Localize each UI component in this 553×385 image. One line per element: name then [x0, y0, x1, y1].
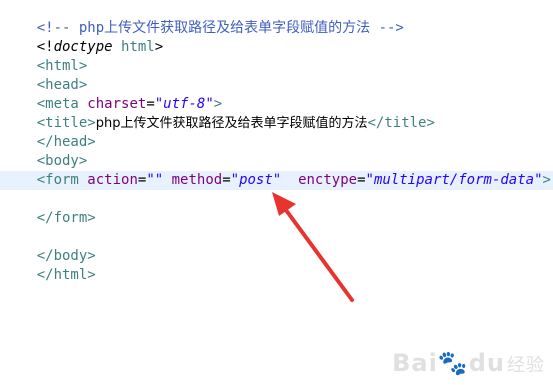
html-close-tag: </html>	[36, 267, 96, 283]
code-line-10[interactable]	[3, 171, 37, 190]
watermark-sub: 经验	[507, 355, 545, 376]
code-line-9[interactable]: <form action="" method="post" enctype="m…	[3, 152, 551, 188]
code-line-5[interactable]: <meta charset="utf-8">	[3, 76, 222, 112]
form-tag-close: >	[542, 172, 551, 188]
watermark-main: Bai	[392, 349, 438, 377]
equals-sign: =	[357, 172, 366, 188]
code-editor[interactable]: <!-- php上传文件获取路径及给表单字段赋值的方法 --> <!doctyp…	[0, 0, 553, 385]
method-attribute: method	[163, 172, 223, 188]
code-line-4[interactable]: <head>	[3, 57, 88, 93]
paw-icon: 🐾	[437, 349, 469, 377]
doctype-name: html	[112, 39, 155, 55]
code-line-1[interactable]: <!-- php上传文件获取路径及给表单字段赋值的方法 -->	[3, 0, 404, 36]
doctype-close: >	[154, 39, 164, 55]
code-line-14[interactable]: </html>	[3, 247, 96, 283]
form-close-tag: </form>	[36, 210, 96, 226]
code-line-2[interactable]: <!doctype html>	[3, 19, 163, 55]
code-line-7[interactable]: </head>	[3, 114, 96, 150]
title-text: php上传文件获取路径及给表单字段赋值的方法	[95, 116, 368, 131]
enctype-value: "multipart/form-data"	[365, 172, 543, 188]
code-line-3[interactable]: <html>	[3, 38, 88, 74]
code-line-6[interactable]: <title>php上传文件获取路径及给表单字段赋值的方法</title>	[3, 95, 435, 131]
action-value: ""	[146, 172, 164, 188]
form-tag-open: <form	[36, 172, 79, 188]
method-value: "post"	[230, 172, 282, 188]
code-line-8[interactable]: <body>	[3, 133, 88, 169]
code-line-13[interactable]: </body>	[3, 228, 96, 264]
code-line-12[interactable]	[3, 209, 37, 228]
equals-sign: =	[222, 172, 231, 188]
code-line-11[interactable]: </form>	[3, 190, 96, 226]
enctype-attribute: enctype	[281, 172, 358, 188]
title-close-tag: </title>	[367, 115, 435, 131]
action-attribute: action	[78, 172, 138, 188]
watermark-paw-text: du	[468, 349, 505, 377]
baidu-watermark: Bai🐾du 经验	[392, 349, 545, 377]
